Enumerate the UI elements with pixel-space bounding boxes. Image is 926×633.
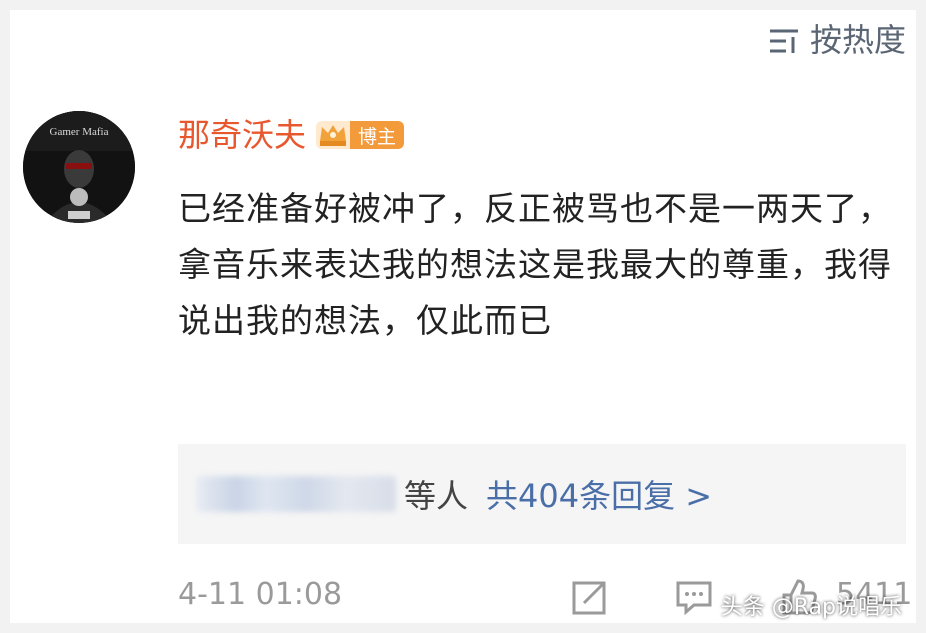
svg-text:Gamer Mafia: Gamer Mafia [50,126,109,138]
comment-icon[interactable] [674,577,714,617]
sort-label: 按热度 [809,21,906,59]
avatar-image: Gamer Mafia [23,111,135,223]
view-replies-link[interactable]: 共404条回复 > [486,471,712,517]
avatar[interactable]: Gamer Mafia [23,111,135,223]
comment-time: 4-11 01:08 [178,577,343,612]
replies-others-text: 等人 [404,477,469,515]
crown-icon [320,125,347,146]
user-row: 那奇沃夫 博主 [178,119,405,151]
blogger-badge: 博主 [316,121,405,149]
blurred-usernames [196,476,396,512]
watermark: 头条 @Rap说唱乐 [720,595,902,620]
sort-icon [769,29,798,53]
sort-by-hot-button[interactable]: 按热度 [768,24,906,56]
replies-box[interactable]: 等人 共404条回复 > [178,444,906,544]
username[interactable]: 那奇沃夫 [178,119,306,151]
share-icon[interactable] [570,577,610,617]
comment-screenshot: 按热度 Gamer Mafia 那奇沃夫 博主 已经准备好被冲了，反正被骂也不是… [10,10,916,623]
comment-text: 已经准备好被冲了，反正被骂也不是一两天了，拿音乐来表达我的想法这是我最大的尊重，… [178,189,892,340]
badge-label: 博主 [350,121,405,149]
